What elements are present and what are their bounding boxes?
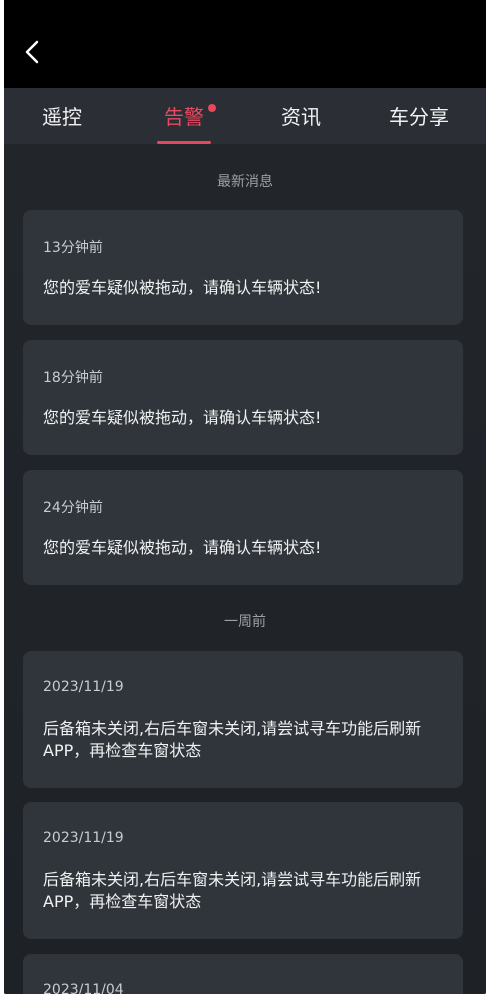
tab-bar: 遥控 告警 资讯 车分享 [4,88,486,144]
message-time: 18分钟前 [43,370,103,386]
message-text: 后备箱未关闭,右后车窗未关闭,请尝试寻车功能后刷新 APP，再检查车窗状态 [43,870,422,911]
section-header-week: 一周前 [224,614,266,630]
tab-news[interactable]: 资讯 [281,102,321,132]
message-card[interactable]: 2023/11/19 后备箱未关闭,右后车窗未关闭,请尝试寻车功能后刷新 APP… [23,651,463,788]
phone-screen: 遥控 告警 资讯 车分享 最新消息 13分钟前 您的爱车疑似被拖动，请确认车辆状… [4,0,486,994]
tab-label: 车分享 [389,105,449,129]
tab-label: 告警 [164,105,204,129]
back-button[interactable] [12,32,52,72]
message-text: 后备箱未关闭,右后车窗未关闭,请尝试寻车功能后刷新 APP，再检查车窗状态 [43,719,422,760]
message-card[interactable]: 2023/11/04 [23,954,463,994]
tab-label: 遥控 [42,105,82,129]
message-card[interactable]: 2023/11/19 后备箱未关闭,右后车窗未关闭,请尝试寻车功能后刷新 APP… [23,802,463,939]
message-list[interactable]: 最新消息 13分钟前 您的爱车疑似被拖动，请确认车辆状态! 18分钟前 您的爱车… [4,144,486,994]
message-text: 您的爱车疑似被拖动，请确认车辆状态! [43,278,322,297]
section-header-latest: 最新消息 [217,174,273,190]
message-time: 13分钟前 [43,240,103,256]
notification-dot [208,104,216,112]
message-time: 2023/11/04 [43,982,124,994]
message-time: 2023/11/19 [43,679,124,695]
top-bar [4,0,486,88]
tab-car-share[interactable]: 车分享 [389,102,449,132]
message-text: 您的爱车疑似被拖动，请确认车辆状态! [43,408,322,427]
message-card[interactable]: 18分钟前 您的爱车疑似被拖动，请确认车辆状态! [23,340,463,455]
chevron-left-icon [25,40,39,64]
tab-remote-control[interactable]: 遥控 [42,102,82,132]
message-card[interactable]: 24分钟前 您的爱车疑似被拖动，请确认车辆状态! [23,470,463,585]
tab-alerts[interactable]: 告警 [164,102,216,132]
tab-label: 资讯 [281,105,321,129]
message-time: 2023/11/19 [43,830,124,846]
message-time: 24分钟前 [43,500,103,516]
message-card[interactable]: 13分钟前 您的爱车疑似被拖动，请确认车辆状态! [23,210,463,325]
message-text: 您的爱车疑似被拖动，请确认车辆状态! [43,538,322,557]
